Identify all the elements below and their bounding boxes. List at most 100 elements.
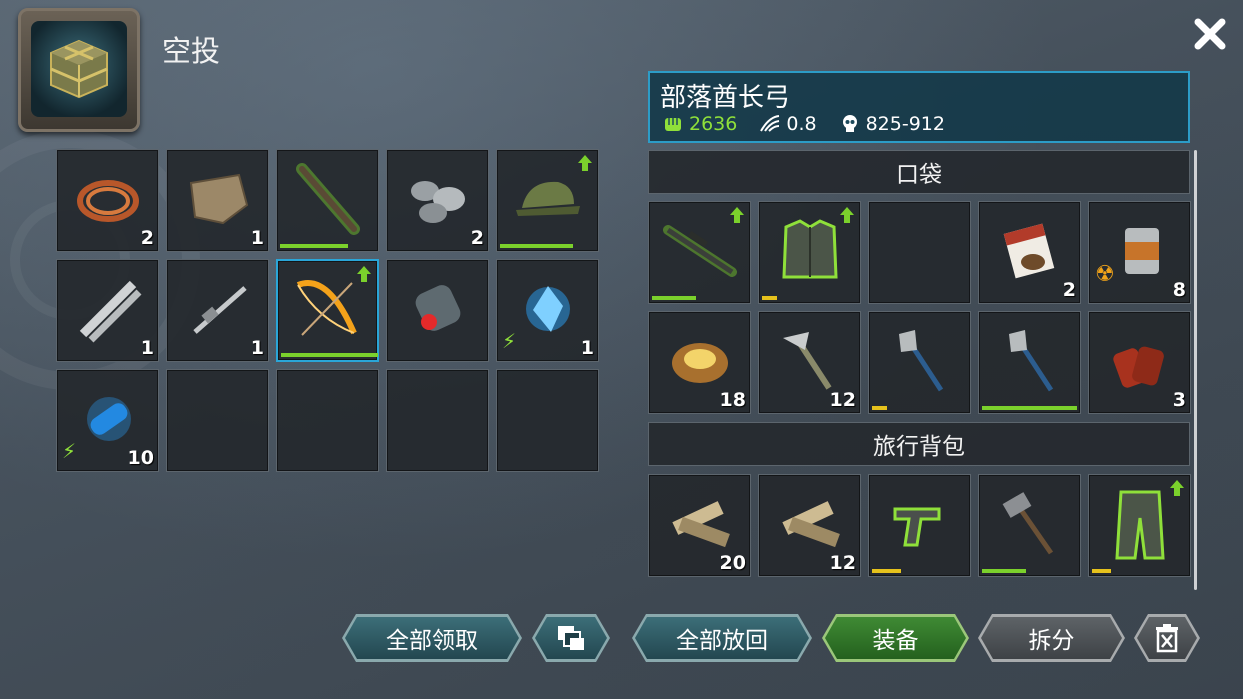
item-quantity: 1 xyxy=(250,337,264,359)
item-slot-stones[interactable]: 2 xyxy=(386,149,489,252)
damage-value: 825-912 xyxy=(865,113,945,135)
armor-vest-icon xyxy=(770,211,850,295)
item-quantity: 12 xyxy=(829,552,856,574)
baked-potato-icon xyxy=(665,331,735,395)
item-slot-blue-crystal[interactable]: ⚡ 1 xyxy=(496,259,599,362)
item-slot-hatchet[interactable]: 12 xyxy=(758,311,861,414)
upgrade-arrow-icon xyxy=(357,266,371,282)
durability-bar xyxy=(1092,569,1111,573)
inventory-scrollbar[interactable] xyxy=(1194,150,1197,590)
page-title: 空投 xyxy=(162,34,221,68)
put-back-all-label: 全部放回 xyxy=(676,628,768,654)
durability-bar xyxy=(762,296,777,300)
camo-cap-icon xyxy=(508,174,588,228)
item-quantity: 2 xyxy=(1062,279,1076,301)
pocket-section-header: 口袋 xyxy=(648,150,1190,194)
take-all-label: 全部领取 xyxy=(386,628,478,654)
energy-icon: ⚡ xyxy=(62,439,77,463)
item-slot-energy-cell[interactable]: ⚡ 10 xyxy=(56,369,159,472)
axe-icon xyxy=(885,326,955,400)
crate-icon xyxy=(50,39,108,99)
item-slot-saw-blades[interactable]: 1 xyxy=(56,259,159,362)
axe-icon xyxy=(995,326,1065,400)
radiation-icon: ☢ xyxy=(1095,262,1115,287)
item-slot-axe[interactable] xyxy=(868,311,971,414)
airdrop-crate-portrait xyxy=(18,8,140,132)
equip-button[interactable]: 装备 xyxy=(822,614,969,662)
item-slot-cloth[interactable]: 1 xyxy=(166,149,269,252)
item-slot-sniper-rifle[interactable] xyxy=(648,201,751,304)
item-slot-camo-cap[interactable] xyxy=(496,149,599,252)
speed-stat: 0.8 xyxy=(759,113,817,135)
item-slot-axe[interactable] xyxy=(978,311,1081,414)
disassemble-button[interactable]: 拆分 xyxy=(978,614,1125,662)
item-quantity: 12 xyxy=(829,389,856,411)
item-quantity: 18 xyxy=(719,389,746,411)
item-slot-chief-bow[interactable] xyxy=(276,259,379,362)
empty-slot[interactable] xyxy=(166,369,269,472)
item-slot-wood-planks[interactable]: 20 xyxy=(648,474,751,577)
blue-crystal-icon xyxy=(513,274,583,348)
item-quantity: 8 xyxy=(1172,279,1186,301)
close-icon xyxy=(1194,18,1226,50)
upgrade-arrow-icon xyxy=(1170,480,1184,496)
put-back-all-button[interactable]: 全部放回 xyxy=(632,614,812,662)
item-slot-dog-tags[interactable]: 3 xyxy=(1088,311,1191,414)
speed-value: 0.8 xyxy=(786,113,817,135)
speed-icon xyxy=(760,115,780,132)
empty-slot[interactable] xyxy=(868,201,971,304)
dog-tags-icon xyxy=(1105,326,1175,400)
item-slot-sledgehammer[interactable] xyxy=(978,474,1081,577)
empty-slot[interactable] xyxy=(386,369,489,472)
stack-icon xyxy=(554,623,588,653)
tobacco-pack-icon xyxy=(995,216,1065,290)
cloth-icon xyxy=(183,169,253,233)
durability-bar xyxy=(872,406,887,410)
item-slot-canned-food[interactable]: ☢ 8 xyxy=(1088,201,1191,304)
empty-slot[interactable] xyxy=(496,369,599,472)
item-slot-baked-potato[interactable]: 18 xyxy=(648,311,751,414)
disassemble-label: 拆分 xyxy=(1028,628,1075,654)
sledgehammer-icon xyxy=(995,489,1065,563)
backpack-section-title: 旅行背包 xyxy=(873,434,965,460)
power-value: 2636 xyxy=(689,113,738,135)
backpack-section-header: 旅行背包 xyxy=(648,422,1190,466)
stack-toggle-button[interactable] xyxy=(532,614,610,662)
item-quantity: 1 xyxy=(140,337,154,359)
item-quantity: 2 xyxy=(470,227,484,249)
stones-icon xyxy=(403,169,473,233)
item-slot-armor-vest[interactable] xyxy=(758,201,861,304)
upgrade-arrow-icon xyxy=(840,207,854,223)
sniper-rifle-icon xyxy=(660,216,740,290)
item-slot-shotgun[interactable] xyxy=(276,149,379,252)
durability-bar xyxy=(280,244,348,248)
equip-label: 装备 xyxy=(872,628,919,654)
armored-pants-icon xyxy=(1105,484,1175,568)
selected-item-name: 部落酋长弓 xyxy=(660,83,791,113)
item-quantity: 1 xyxy=(580,337,594,359)
discard-button[interactable] xyxy=(1134,614,1200,662)
selected-item-info: 部落酋长弓 2636 0.8 825-912 xyxy=(648,71,1190,143)
item-slot-caliper[interactable]: 1 xyxy=(166,259,269,362)
power-stat: 2636 xyxy=(662,113,737,135)
take-all-button[interactable]: 全部领取 xyxy=(342,614,522,662)
durability-bar xyxy=(872,569,901,573)
close-button[interactable] xyxy=(1190,14,1230,54)
energy-icon: ⚡ xyxy=(502,329,517,353)
damage-stat: 825-912 xyxy=(839,113,945,135)
item-slot-pistol[interactable] xyxy=(868,474,971,577)
empty-slot[interactable] xyxy=(276,369,379,472)
pocket-section-title: 口袋 xyxy=(896,162,942,188)
trash-icon xyxy=(1154,623,1180,653)
item-slot-copper-wire[interactable]: 2 xyxy=(56,149,159,252)
canned-food-icon xyxy=(1105,216,1175,290)
durability-bar xyxy=(652,296,696,300)
item-slot-tobacco-pack[interactable]: 2 xyxy=(978,201,1081,304)
item-slot-canister[interactable] xyxy=(386,259,489,362)
copper-wire-icon xyxy=(73,169,143,233)
item-quantity: 3 xyxy=(1172,389,1186,411)
canister-icon xyxy=(403,274,473,348)
item-slot-armored-pants[interactable] xyxy=(1088,474,1191,577)
item-slot-wood-planks[interactable]: 12 xyxy=(758,474,861,577)
chief-bow-icon xyxy=(288,269,368,353)
